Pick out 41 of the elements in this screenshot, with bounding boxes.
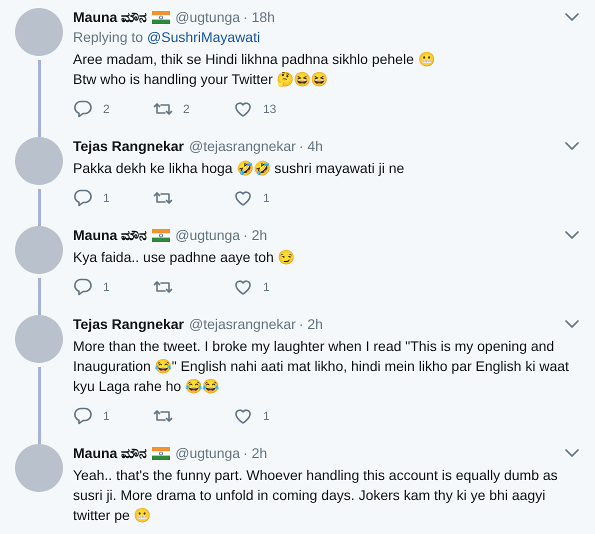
user-name[interactable]: Mauna ಮೌನ — [73, 7, 148, 27]
replie-count: 1 — [103, 191, 110, 205]
replie-count: 1 — [103, 409, 110, 423]
user-handle[interactable]: @tejasrangnekar — [189, 136, 296, 156]
like-count: 1 — [263, 280, 270, 294]
mention-link[interactable]: @SushriMayawati — [147, 27, 260, 47]
replie-count: 1 — [103, 280, 110, 294]
replying-label: Replying to — [73, 28, 144, 47]
reply-icon[interactable] — [73, 406, 93, 426]
like-count: 13 — [263, 102, 276, 116]
tweet-text: More than the tweet. I broke my laughter when I read "This is my opening and Inauguration 😂" English nahi aati mat likho, hindi mein likho par English ki waat kyu Laga rahe ho 😂😂 — [73, 337, 570, 396]
timestamp[interactable]: · 2h — [243, 225, 268, 245]
chevron-down-icon[interactable] — [565, 320, 579, 328]
timestamp[interactable]: · 2h — [243, 443, 268, 463]
timestamp[interactable]: · 4h — [298, 136, 323, 156]
tweet-text: Kya faida.. use padhne aaye toh 😏 — [73, 248, 296, 267]
like-count: 1 — [263, 409, 270, 423]
reply-icon[interactable] — [73, 188, 93, 208]
tweet-text: Btw who is handling your Twitter 🤔😆😆 — [73, 70, 329, 89]
timestamp[interactable]: · 2h — [298, 314, 323, 334]
user-name[interactable]: Mauna ಮೌನ — [73, 225, 148, 245]
chevron-down-icon[interactable] — [565, 142, 579, 150]
tweet-text: Aree madam, thik se Hindi likhna padhna sikhlo pehele 😬 — [73, 50, 436, 69]
replie-count: 2 — [103, 102, 110, 116]
user-name[interactable]: Tejas Rangnekar — [73, 314, 184, 334]
user-name[interactable]: Tejas Rangnekar — [73, 136, 184, 156]
tweet-text: Pakka dekh ke likha hoga 🤣🤣 sushri mayawati ji ne — [73, 159, 406, 178]
user-handle[interactable]: @tejasrangnekar — [189, 314, 296, 334]
user-handle[interactable]: @ugtunga — [175, 7, 240, 27]
tweet-text: Yeah.. that's the funny part. Whoever handling this account is equally dumb as susri ji. More drama to unfold in coming days. Jokers kam thy ki ye bhi aagyi twitter pe 😬 — [73, 466, 559, 525]
user-name[interactable]: Mauna ಮೌನ — [73, 443, 148, 463]
retweet-count: 2 — [183, 102, 190, 116]
chevron-down-icon[interactable] — [565, 449, 579, 457]
reply-icon[interactable] — [73, 99, 93, 119]
reply-icon[interactable] — [73, 277, 93, 297]
user-handle[interactable]: @ugtunga — [175, 225, 240, 245]
timestamp[interactable]: · 18h — [243, 7, 275, 27]
chevron-down-icon[interactable] — [565, 231, 579, 239]
like-count: 1 — [263, 191, 270, 205]
chevron-down-icon[interactable] — [565, 13, 579, 21]
user-handle[interactable]: @ugtunga — [175, 443, 240, 463]
